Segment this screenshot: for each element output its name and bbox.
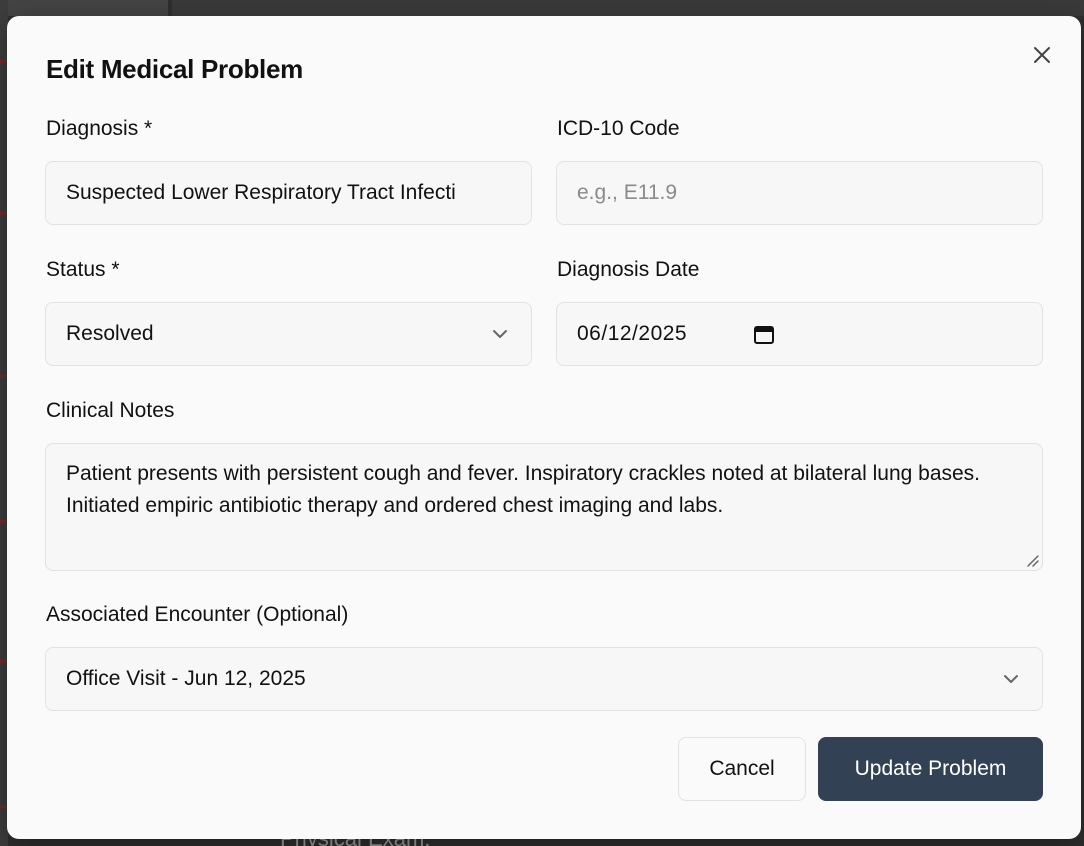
background-panel: [8, 0, 168, 16]
diagnosis-input[interactable]: Suspected Lower Respiratory Tract Infect…: [45, 161, 532, 225]
status-label: Status *: [46, 258, 120, 281]
chevron-down-icon: [493, 330, 507, 338]
diagnosis-date-input[interactable]: 06/12/2025: [556, 302, 1043, 366]
status-selected-value: Resolved: [66, 322, 154, 345]
calendar-icon[interactable]: [753, 323, 775, 345]
dialog-title: Edit Medical Problem: [46, 54, 303, 84]
diagnosis-date-value: 06/12/2025: [577, 322, 688, 345]
encounter-selected-value: Office Visit - Jun 12, 2025: [66, 667, 306, 690]
encounter-select[interactable]: Office Visit - Jun 12, 2025: [45, 647, 1043, 711]
icd10-input[interactable]: e.g., E11.9: [556, 161, 1043, 225]
icd10-placeholder: e.g., E11.9: [577, 181, 678, 204]
icd10-label: ICD-10 Code: [557, 117, 680, 140]
close-button[interactable]: [1029, 42, 1055, 68]
update-problem-button[interactable]: Update Problem: [818, 737, 1043, 801]
diagnosis-label: Diagnosis *: [46, 117, 153, 140]
status-select[interactable]: Resolved: [45, 302, 532, 366]
diagnosis-value: Suspected Lower Respiratory Tract Infect…: [66, 181, 456, 204]
resize-handle-icon[interactable]: [1024, 552, 1040, 568]
clinical-notes-value: Patient presents with persistent cough a…: [66, 462, 981, 517]
clinical-notes-label: Clinical Notes: [46, 399, 175, 422]
background-header: [172, 0, 1084, 16]
cancel-button[interactable]: Cancel: [678, 737, 806, 801]
close-icon: [1034, 47, 1050, 63]
diagnosis-date-label: Diagnosis Date: [557, 258, 700, 281]
encounter-label: Associated Encounter (Optional): [46, 603, 349, 626]
clinical-notes-textarea[interactable]: Patient presents with persistent cough a…: [45, 443, 1043, 571]
edit-problem-dialog: Edit Medical Problem Diagnosis * Suspect…: [7, 16, 1081, 839]
chevron-down-icon: [1004, 675, 1018, 683]
